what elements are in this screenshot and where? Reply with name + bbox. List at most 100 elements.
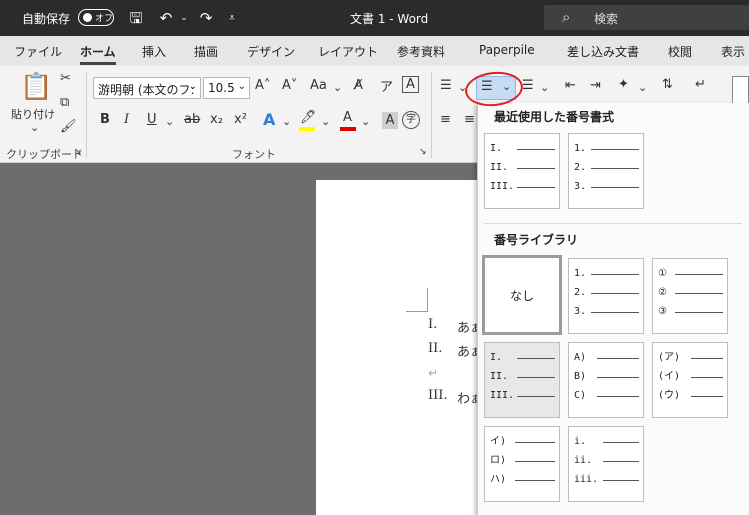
separator [86, 72, 87, 158]
format-line [591, 149, 639, 150]
tab-references[interactable]: 参考資料 [397, 43, 445, 60]
increase-indent-icon[interactable]: ⇥ [590, 78, 601, 93]
list-item-number: III. [428, 388, 448, 403]
font-size-select[interactable]: 10.5 ⌄ [203, 77, 250, 99]
library-format-none[interactable]: なし [482, 255, 562, 335]
chevron-down-icon[interactable]: ⌄ [333, 81, 342, 94]
enclose-char-button[interactable]: 字 [402, 111, 420, 129]
clipboard-group-label: クリップボード [6, 148, 83, 161]
chevron-down-icon[interactable]: ⌄ [540, 81, 549, 94]
format-line [603, 480, 639, 481]
format-marker: 3. [574, 181, 587, 192]
library-format-katakana[interactable]: (ア) (イ) (ウ) [652, 342, 728, 418]
library-format-circled[interactable]: ① ② ③ [652, 258, 728, 334]
format-marker: III. [490, 390, 515, 401]
bold-button[interactable]: B [100, 112, 110, 127]
text-effect-button[interactable]: A [263, 110, 275, 129]
format-marker: ① [658, 268, 667, 279]
format-painter-icon[interactable]: 🖌 [60, 119, 77, 134]
format-marker: iii. [574, 474, 599, 485]
format-line [675, 274, 723, 275]
multilevel-list-icon[interactable]: ☰ [522, 78, 534, 93]
format-line [517, 168, 555, 169]
highlight-button[interactable]: 🖊 [300, 110, 317, 125]
format-line [517, 396, 555, 397]
chevron-down-icon[interactable]: ⌄ [282, 115, 291, 128]
tab-home[interactable]: ホーム [80, 43, 116, 65]
align-center-icon[interactable]: ≡ [464, 112, 475, 127]
format-marker: 3. [574, 306, 587, 317]
format-line [603, 442, 639, 443]
divider [484, 223, 742, 224]
numbering-library-heading: 番号ライブラリ [494, 233, 579, 247]
tab-insert[interactable]: 挿入 [142, 43, 166, 60]
tab-draw[interactable]: 描画 [194, 43, 218, 60]
copy-icon[interactable]: ⧉ [60, 95, 69, 110]
library-format-iroha[interactable]: イ) ロ) ハ) [484, 426, 560, 502]
format-marker: I. [490, 352, 503, 363]
undo-dropdown-icon[interactable]: ⌄ [174, 8, 194, 28]
superscript-button[interactable]: x² [234, 112, 247, 127]
tab-view[interactable]: 表示 [721, 43, 745, 60]
underline-button[interactable]: U [147, 112, 157, 127]
decrease-indent-icon[interactable]: ⇤ [565, 78, 576, 93]
tab-design[interactable]: デザイン [247, 43, 295, 60]
subscript-button[interactable]: x₂ [210, 112, 223, 127]
format-marker: ii. [574, 455, 593, 466]
search-box[interactable]: ⌕ 検索 [544, 5, 749, 30]
chevron-down-icon: ⌄ [237, 81, 246, 92]
format-line [597, 396, 639, 397]
paste-dropdown-icon[interactable]: ⌄ [30, 121, 39, 134]
chevron-down-icon[interactable]: ⌄ [165, 115, 174, 128]
format-line [591, 312, 639, 313]
asian-layout-icon[interactable]: ✦ [618, 77, 629, 92]
customize-toolbar-icon[interactable]: ⩡ [222, 8, 242, 28]
recent-format-decimal[interactable]: 1. 2. 3. [568, 133, 644, 209]
clear-formatting-icon[interactable]: A̸ [354, 78, 363, 93]
bullets-icon[interactable]: ☰ [440, 78, 452, 93]
char-border-icon[interactable]: A [402, 76, 419, 93]
format-marker: イ) [490, 436, 507, 447]
undo-icon[interactable]: ↶ [156, 8, 176, 28]
paste-icon[interactable]: 📋 [20, 72, 52, 102]
chevron-down-icon[interactable]: ⌄ [321, 115, 330, 128]
tab-paperpile[interactable]: Paperpile [479, 43, 535, 57]
sort-icon[interactable]: ⇅ [662, 77, 673, 92]
shrink-font-button[interactable]: A˅ [282, 78, 297, 93]
library-format-decimal[interactable]: 1. 2. 3. [568, 258, 644, 334]
char-shading-button[interactable]: A [382, 112, 398, 129]
tab-mailings[interactable]: 差し込み文書 [567, 43, 639, 60]
autosave-toggle[interactable]: オフ [78, 9, 114, 26]
search-icon: ⌕ [562, 8, 571, 26]
italic-button[interactable]: I [124, 112, 129, 127]
numbering-dropdown: 最近使用した番号書式 I. II. III. 1. 2. 3. 番号ライブラリ … [477, 103, 749, 515]
crop-mark [406, 288, 428, 312]
font-name-select[interactable]: 游明朝 (本文のフ: ⌄ [93, 77, 201, 99]
strikethrough-button[interactable]: ab [184, 112, 200, 127]
format-line [591, 274, 639, 275]
tab-review[interactable]: 校閲 [668, 43, 692, 60]
show-marks-icon[interactable]: ↵ [695, 77, 706, 92]
format-line [675, 312, 723, 313]
recent-formats-heading: 最近使用した番号書式 [494, 110, 615, 124]
library-format-lower-roman[interactable]: i. ii. iii. [568, 426, 644, 502]
format-line [591, 168, 639, 169]
save-icon[interactable]: 🖫 [126, 8, 146, 28]
cut-icon[interactable]: ✂ [60, 71, 71, 86]
change-case-button[interactable]: Aa [310, 78, 327, 93]
align-left-icon[interactable]: ≡ [440, 112, 451, 127]
library-format-roman[interactable]: I. II. III. [484, 342, 560, 418]
library-format-alpha[interactable]: A) B) C) [568, 342, 644, 418]
tab-layout[interactable]: レイアウト [318, 43, 378, 60]
chevron-down-icon[interactable]: ⌄ [361, 115, 370, 128]
grow-font-button[interactable]: A˄ [255, 78, 270, 93]
font-color-button[interactable]: A [343, 110, 352, 125]
phonetic-guide-icon[interactable]: ア [380, 76, 393, 95]
clipboard-launcher-icon[interactable]: ↘ [74, 147, 82, 157]
recent-format-roman[interactable]: I. II. III. [484, 133, 560, 209]
redo-icon[interactable]: ↷ [196, 8, 216, 28]
tab-file[interactable]: ファイル [14, 43, 62, 60]
paste-label[interactable]: 貼り付け [11, 106, 55, 122]
chevron-down-icon[interactable]: ⌄ [638, 81, 647, 94]
font-launcher-icon[interactable]: ↘ [419, 147, 427, 157]
